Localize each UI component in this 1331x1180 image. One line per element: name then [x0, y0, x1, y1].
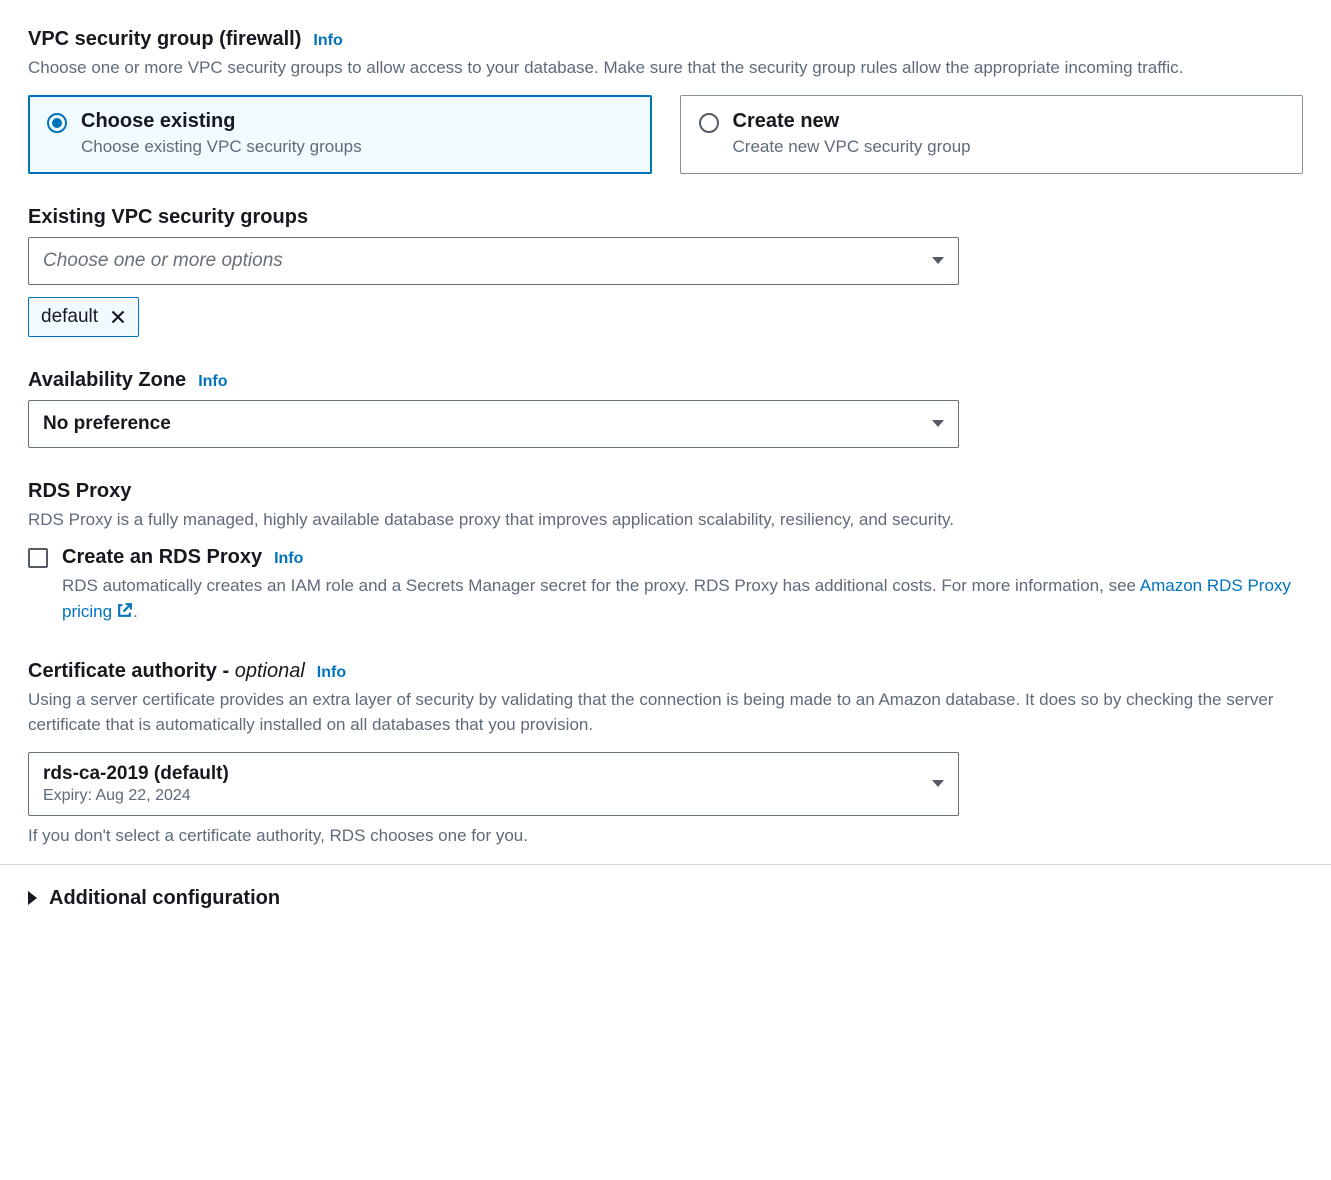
- caret-right-icon: [28, 891, 37, 905]
- external-link-icon: [116, 601, 133, 627]
- rds-proxy-section: RDS Proxy RDS Proxy is a fully managed, …: [28, 480, 1303, 628]
- existing-sg-placeholder: Choose one or more options: [43, 250, 283, 272]
- vpc-security-group-section: VPC security group (firewall) Info Choos…: [28, 28, 1303, 174]
- rds-proxy-description: RDS Proxy is a fully managed, highly ava…: [28, 507, 1303, 533]
- ca-helper-text: If you don't select a certificate author…: [28, 826, 1303, 846]
- availability-zone-section: Availability Zone Info No preference: [28, 369, 1303, 448]
- az-info-link[interactable]: Info: [198, 373, 227, 391]
- radio-create-new[interactable]: Create new Create new VPC security group: [680, 95, 1304, 174]
- additional-configuration-toggle[interactable]: Additional configuration: [28, 865, 1303, 910]
- create-rds-proxy-checkbox[interactable]: [28, 548, 48, 568]
- existing-sg-select[interactable]: Choose one or more options: [28, 237, 959, 285]
- az-label: Availability Zone: [28, 369, 186, 392]
- additional-configuration-label: Additional configuration: [49, 887, 280, 910]
- radio-create-new-sub: Create new VPC security group: [733, 137, 971, 157]
- chevron-down-icon: [932, 780, 944, 787]
- chevron-down-icon: [932, 257, 944, 264]
- radio-icon: [47, 113, 67, 133]
- radio-icon: [699, 113, 719, 133]
- rds-proxy-info-link[interactable]: Info: [274, 550, 303, 568]
- sg-token-default: default: [28, 297, 139, 337]
- sg-token-label: default: [41, 306, 98, 328]
- radio-choose-existing-sub: Choose existing VPC security groups: [81, 137, 362, 157]
- rds-proxy-label: RDS Proxy: [28, 480, 1303, 503]
- certificate-authority-section: Certificate authority - optional Info Us…: [28, 660, 1303, 846]
- existing-sg-label: Existing VPC security groups: [28, 206, 1303, 229]
- close-icon: [110, 309, 126, 325]
- ca-select[interactable]: rds-ca-2019 (default) Expiry: Aug 22, 20…: [28, 752, 959, 816]
- az-select[interactable]: No preference: [28, 400, 959, 448]
- radio-choose-existing[interactable]: Choose existing Choose existing VPC secu…: [28, 95, 652, 174]
- vpc-sg-description: Choose one or more VPC security groups t…: [28, 55, 1303, 81]
- sg-token-remove-button[interactable]: [110, 309, 126, 325]
- vpc-sg-label: VPC security group (firewall): [28, 28, 301, 51]
- existing-sg-section: Existing VPC security groups Choose one …: [28, 206, 1303, 337]
- chevron-down-icon: [932, 420, 944, 427]
- create-rds-proxy-label: Create an RDS Proxy: [62, 546, 262, 569]
- ca-value: rds-ca-2019 (default): [43, 763, 229, 785]
- az-value: No preference: [43, 413, 171, 435]
- rds-proxy-checkbox-desc: RDS automatically creates an IAM role an…: [62, 573, 1303, 628]
- vpc-sg-info-link[interactable]: Info: [313, 32, 342, 50]
- ca-label: Certificate authority - optional: [28, 660, 305, 683]
- radio-create-new-title: Create new: [733, 110, 971, 133]
- radio-choose-existing-title: Choose existing: [81, 110, 362, 133]
- ca-info-link[interactable]: Info: [317, 664, 346, 682]
- ca-expiry: Expiry: Aug 22, 2024: [43, 787, 229, 805]
- ca-description: Using a server certificate provides an e…: [28, 687, 1303, 738]
